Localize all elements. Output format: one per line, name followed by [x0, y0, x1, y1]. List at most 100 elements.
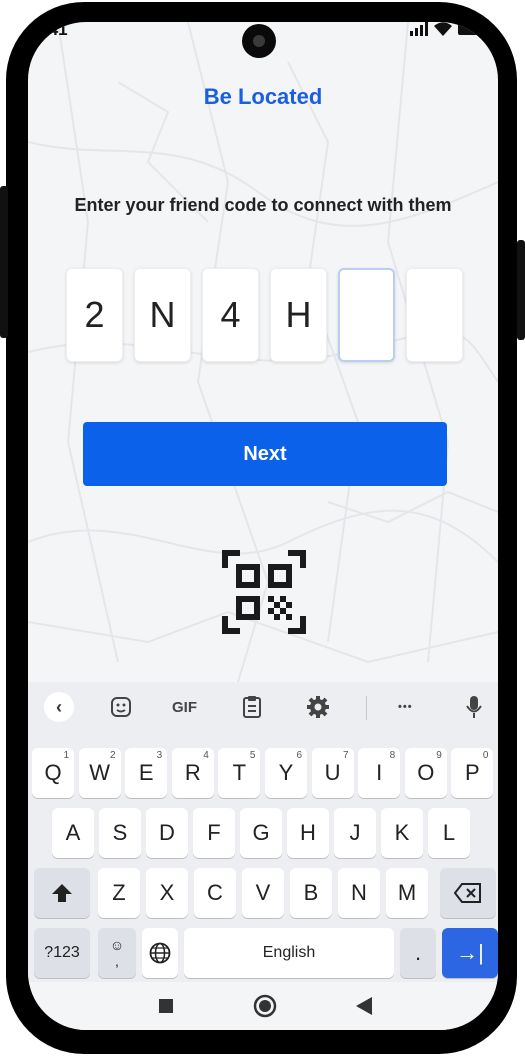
settings-button[interactable] — [306, 692, 330, 722]
key-label: M — [397, 880, 417, 905]
gear-icon — [307, 696, 329, 718]
toolbar-divider — [366, 696, 367, 720]
key-number-hint: 5 — [249, 750, 256, 761]
period-key[interactable]: . — [400, 928, 436, 978]
key-label: A — [65, 820, 81, 845]
globe-icon — [149, 942, 171, 964]
key-label: X — [159, 880, 175, 905]
qr-scan-icon[interactable] — [222, 550, 306, 634]
key-a[interactable]: A — [52, 808, 94, 858]
key-o[interactable]: O9 — [404, 748, 447, 798]
key-d[interactable]: D — [146, 808, 188, 858]
status-icons — [410, 22, 484, 36]
backspace-icon — [454, 883, 481, 903]
symbols-key[interactable]: ?123 — [34, 928, 90, 978]
key-label: I — [376, 760, 383, 785]
code-box-2[interactable]: N — [134, 268, 191, 362]
app-title: Be Located — [203, 84, 323, 109]
key-label: K — [394, 820, 410, 845]
more-button[interactable]: ••• — [398, 692, 413, 722]
key-label: Y — [278, 760, 294, 785]
key-label: O — [417, 760, 435, 785]
key-label: S — [112, 820, 128, 845]
key-label: W — [89, 760, 110, 785]
key-c[interactable]: C — [194, 868, 236, 918]
volume-button — [0, 186, 8, 338]
key-s[interactable]: S — [99, 808, 141, 858]
key-label: H — [300, 820, 316, 845]
gif-button[interactable]: GIF — [172, 692, 197, 722]
code-input-group: 2 N 4 H — [66, 268, 463, 362]
key-v[interactable]: V — [242, 868, 284, 918]
key-number-hint: 4 — [203, 750, 209, 761]
key-number-hint: 9 — [436, 750, 442, 761]
key-number-hint: 1 — [63, 750, 69, 761]
code-box-5[interactable] — [338, 268, 395, 362]
backspace-key[interactable] — [440, 868, 496, 918]
key-label: T — [232, 760, 247, 785]
key-f[interactable]: F — [193, 808, 235, 858]
key-k[interactable]: K — [381, 808, 423, 858]
status-time: .41 — [44, 22, 68, 39]
sticker-icon — [111, 697, 131, 717]
emoji-icon: ☺ — [109, 937, 125, 953]
sticker-button[interactable] — [110, 692, 132, 722]
key-t[interactable]: T5 — [218, 748, 261, 798]
key-l[interactable]: L — [428, 808, 470, 858]
key-label: D — [159, 820, 175, 845]
key-n[interactable]: N — [338, 868, 380, 918]
key-w[interactable]: W2 — [78, 748, 121, 798]
shift-key[interactable] — [34, 868, 90, 918]
key-r[interactable]: R4 — [171, 748, 214, 798]
home-circle-icon — [253, 994, 277, 1018]
wifi-icon — [434, 22, 452, 36]
language-key[interactable] — [142, 928, 178, 978]
chevron-left-icon: ‹ — [44, 692, 74, 722]
key-p[interactable]: P0 — [451, 748, 494, 798]
space-key[interactable]: English — [184, 928, 394, 978]
recents-button[interactable] — [152, 992, 180, 1020]
key-label: F — [207, 820, 221, 845]
front-camera — [242, 24, 276, 58]
mic-icon — [466, 696, 482, 718]
key-x[interactable]: X — [146, 868, 188, 918]
battery-icon — [458, 23, 484, 35]
key-number-hint: 7 — [343, 750, 349, 761]
key-q[interactable]: Q1 — [32, 748, 74, 798]
key-label: G — [252, 820, 270, 845]
key-label: R — [184, 760, 201, 785]
key-i[interactable]: I8 — [358, 748, 401, 798]
home-button[interactable] — [251, 992, 279, 1020]
key-y[interactable]: Y6 — [265, 748, 307, 798]
key-u[interactable]: U7 — [311, 748, 354, 798]
clipboard-icon — [243, 696, 261, 718]
code-box-3[interactable]: 4 — [202, 268, 259, 362]
keyboard-back-button[interactable]: ‹ — [44, 692, 74, 722]
key-j[interactable]: J — [334, 808, 376, 858]
clipboard-button[interactable] — [242, 692, 262, 722]
key-label: E — [138, 760, 154, 785]
back-button[interactable] — [350, 992, 378, 1020]
key-g[interactable]: G — [240, 808, 282, 858]
enter-key[interactable]: →| — [442, 928, 498, 978]
shift-icon — [52, 884, 72, 902]
key-b[interactable]: B — [290, 868, 332, 918]
key-m[interactable]: M — [386, 868, 428, 918]
next-button[interactable]: Next — [83, 422, 447, 486]
key-label: C — [207, 880, 223, 905]
emoji-key[interactable]: ☺ , — [98, 928, 136, 978]
key-number-hint: 3 — [156, 750, 163, 761]
screen: .41 Be Located Enter your friend code to… — [28, 22, 498, 1030]
code-box-6[interactable] — [406, 268, 463, 362]
key-label: V — [255, 880, 271, 905]
mic-button[interactable] — [466, 692, 482, 722]
keyboard-toolbar: ‹ GIF ••• — [28, 682, 498, 732]
code-box-1[interactable]: 2 — [66, 268, 123, 362]
code-box-4[interactable]: H — [270, 268, 327, 362]
key-h[interactable]: H — [287, 808, 329, 858]
key-e[interactable]: E3 — [125, 748, 168, 798]
key-label: Z — [112, 880, 126, 905]
key-label: N — [351, 880, 367, 905]
key-z[interactable]: Z — [98, 868, 140, 918]
key-number-hint: 6 — [296, 750, 302, 761]
